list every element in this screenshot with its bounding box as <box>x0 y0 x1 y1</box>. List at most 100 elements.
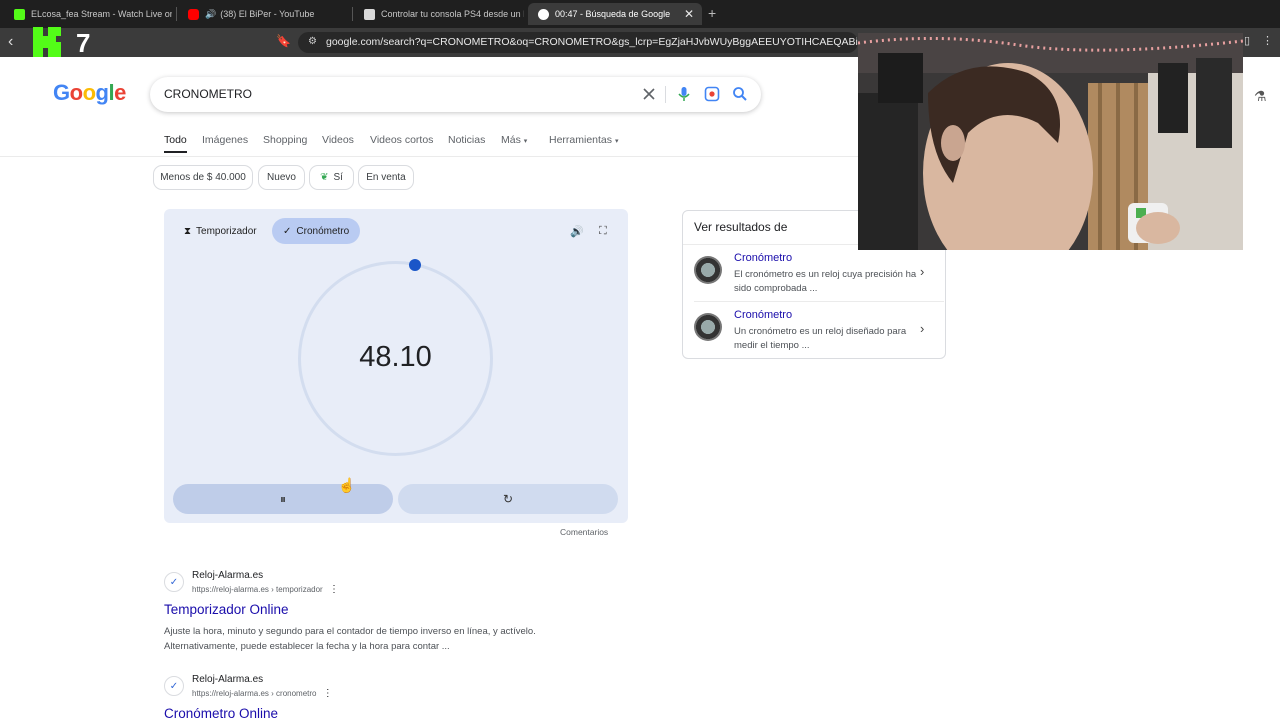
tab-separator <box>352 7 353 21</box>
url-text: google.com/search?q=CRONOMETRO&oq=CRONOM… <box>326 36 858 48</box>
timer-mode-button[interactable]: ⧗ Temporizador <box>173 218 268 244</box>
google-favicon-icon <box>538 8 549 20</box>
address-bar[interactable]: ⚙ google.com/search?q=CRONOMETRO&oq=CRON… <box>298 32 858 53</box>
tab-label: 00:47 - Búsqueda de Google <box>555 9 671 19</box>
pause-button[interactable]: ⏸ <box>173 484 393 514</box>
result-title-link[interactable]: Cronómetro Online <box>164 706 278 721</box>
progress-dot <box>409 259 421 271</box>
chip-label: Nuevo <box>267 172 296 183</box>
chevron-right-icon: › <box>920 264 925 279</box>
back-arrow-icon[interactable]: ‹ <box>8 33 13 51</box>
tab-separator <box>176 7 177 21</box>
result-site-name[interactable]: Reloj-Alarma.es <box>192 570 263 581</box>
tab-mas-label: Más <box>501 134 521 146</box>
fullscreen-icon[interactable]: ⛶ <box>599 225 607 238</box>
page-icon <box>364 8 375 20</box>
chip-label: Menos de $ 40.000 <box>160 172 246 183</box>
menu-icon[interactable]: ⋮ <box>1262 34 1273 47</box>
new-tab-button[interactable]: + <box>708 5 716 21</box>
stopwatch-thumbnail <box>694 256 722 284</box>
search-divider <box>665 86 666 103</box>
side-panel-icon[interactable]: ▯ <box>1244 34 1250 47</box>
stopwatch-thumbnail <box>694 313 722 341</box>
tools-button[interactable]: Herramientas ▾ <box>549 134 618 146</box>
stopwatch-mode-label: Cronómetro <box>296 225 350 237</box>
tab-imagenes[interactable]: Imágenes <box>202 134 248 146</box>
result-snippet: Ajuste la hora, minuto y segundo para el… <box>164 624 624 654</box>
snippet-line: Alternativamente, puede establecer la fe… <box>164 641 450 652</box>
side-result-item[interactable]: Cronómetro El cronómetro es un reloj cuy… <box>694 252 944 304</box>
hand-cursor-icon: ☝ <box>338 477 356 493</box>
tab-label: (38) El BiPer - YouTube <box>220 9 315 19</box>
chip-price-filter[interactable]: Menos de $ 40.000 <box>153 165 253 190</box>
tab-noticias[interactable]: Noticias <box>448 134 485 146</box>
site-favicon-icon: ✓ <box>164 676 184 696</box>
site-favicon-icon: ✓ <box>164 572 184 592</box>
browser-tab-strip: ELcosa_fea Stream - Watch Live on K 🔊 (3… <box>0 0 1280 28</box>
tab-videos[interactable]: Videos <box>322 134 354 146</box>
tools-label: Herramientas <box>549 134 613 146</box>
google-logo[interactable]: Google <box>53 80 126 106</box>
feedback-link[interactable]: Comentarios <box>560 527 608 537</box>
chip-new[interactable]: Nuevo <box>258 165 305 190</box>
search-input[interactable]: CRONOMETRO <box>164 87 252 101</box>
tab-mas[interactable]: Más ▾ <box>501 134 527 146</box>
site-info-icon[interactable]: ⚙ <box>308 36 317 47</box>
tab-shopping[interactable]: Shopping <box>263 134 307 146</box>
more-options-icon[interactable]: ⋮ <box>329 584 339 595</box>
chip-yes[interactable]: ❦ Sí <box>309 165 354 190</box>
lens-icon[interactable] <box>703 85 721 103</box>
pause-icon: ⏸ <box>279 491 286 506</box>
chip-for-sale[interactable]: En venta <box>358 165 414 190</box>
result-url[interactable]: https://reloj-alarma.es › temporizador ⋮ <box>192 584 339 595</box>
tab-label: Controlar tu consola PS4 desde un P <box>381 9 524 19</box>
result-title-link[interactable]: Temporizador Online <box>164 602 289 617</box>
stopwatch-mode-button[interactable]: ✓ Cronómetro <box>272 218 361 244</box>
speaker-icon[interactable]: 🔊 <box>205 9 216 20</box>
tab-videos-cortos[interactable]: Videos cortos <box>370 134 433 146</box>
webcam-overlay <box>858 33 1243 250</box>
close-tab-icon[interactable]: ✕ <box>684 7 694 21</box>
reset-button[interactable]: ↻ <box>398 484 618 514</box>
kick-icon <box>14 8 25 20</box>
sound-icon[interactable]: 🔊 <box>570 225 584 238</box>
clear-icon[interactable] <box>640 85 658 103</box>
reset-icon: ↻ <box>502 492 514 506</box>
result-url-text: https://reloj-alarma.es › cronometro <box>192 689 317 698</box>
tab-youtube[interactable]: 🔊 (38) El BiPer - YouTube <box>178 3 348 25</box>
search-nav-tabs: Todo Imágenes Shopping Videos Videos cor… <box>0 130 860 157</box>
labs-flask-icon[interactable]: ⚗ <box>1254 88 1267 105</box>
side-panel-heading: Ver resultados de <box>694 220 788 234</box>
more-options-icon[interactable]: ⋮ <box>323 688 333 699</box>
chevron-right-icon: › <box>920 321 925 336</box>
side-result-desc: El cronómetro es un reloj cuya precisión… <box>734 269 917 294</box>
search-box[interactable]: CRONOMETRO <box>150 77 761 112</box>
chip-label: Sí <box>333 172 343 183</box>
overlay-logo-number: 7 <box>76 28 90 58</box>
checkmark-icon: ✓ <box>283 225 292 237</box>
search-result: ✓ Reloj-Alarma.es https://reloj-alarma.e… <box>164 674 624 721</box>
timer-mode-label: Temporizador <box>196 225 257 237</box>
chip-label: En venta <box>366 172 406 183</box>
caret-down-icon: ▾ <box>614 138 619 145</box>
tab-ps4-article[interactable]: Controlar tu consola PS4 desde un P <box>354 3 524 25</box>
snippet-line: Ajuste la hora, minuto y segundo para el… <box>164 626 536 637</box>
side-result-desc: Un cronómetro es un reloj diseñado para … <box>734 326 907 351</box>
side-result-title: Cronómetro <box>734 309 793 321</box>
search-icon[interactable] <box>731 85 749 103</box>
tab-todo[interactable]: Todo <box>164 134 187 153</box>
hourglass-icon: ⧗ <box>184 225 192 237</box>
result-url[interactable]: https://reloj-alarma.es › cronometro ⋮ <box>192 688 333 699</box>
tab-google-search[interactable]: 00:47 - Búsqueda de Google ✕ <box>528 3 702 25</box>
result-site-name[interactable]: Reloj-Alarma.es <box>192 674 263 685</box>
caret-down-icon: ▾ <box>523 138 528 145</box>
tab-label: ELcosa_fea Stream - Watch Live on K <box>31 9 172 19</box>
result-url-text: https://reloj-alarma.es › temporizador <box>192 585 323 594</box>
side-result-title: Cronómetro <box>734 252 793 264</box>
search-result: ✓ Reloj-Alarma.es https://reloj-alarma.e… <box>164 570 624 654</box>
voice-search-icon[interactable] <box>675 85 693 103</box>
bookmark-icon[interactable]: 🔖 <box>276 34 291 48</box>
side-result-item[interactable]: Cronómetro Un cronómetro es un reloj dis… <box>694 309 944 361</box>
tab-kick-stream[interactable]: ELcosa_fea Stream - Watch Live on K <box>4 3 172 25</box>
elapsed-time: 48.10 <box>359 341 432 373</box>
